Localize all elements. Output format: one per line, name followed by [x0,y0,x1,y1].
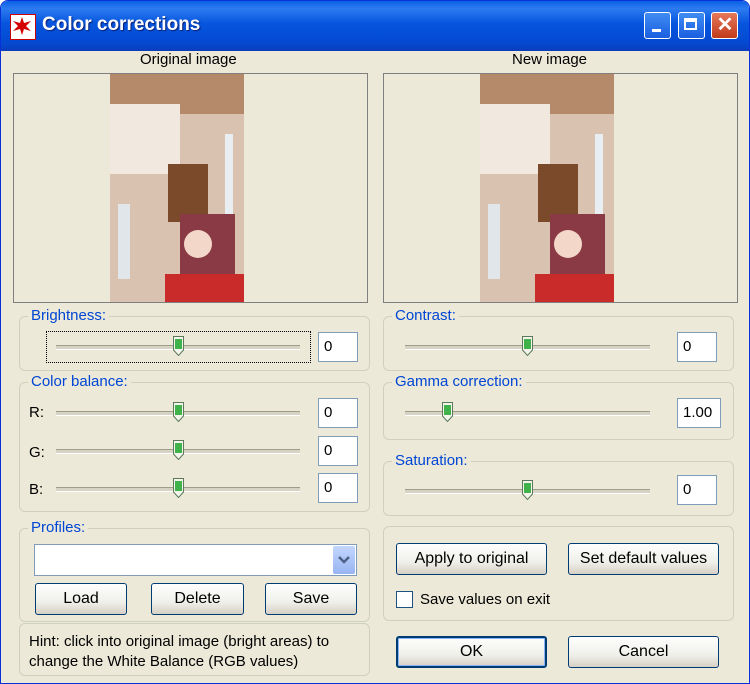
color-corrections-dialog: Color corrections ✕ Original image New i… [0,0,750,684]
profiles-label: Profiles: [28,519,89,536]
delete-button[interactable]: Delete [151,583,244,615]
contrast-label: Contrast: [392,307,459,324]
brightness-slider[interactable] [56,336,300,356]
b-value-field[interactable]: 0 [318,473,358,503]
title-bar[interactable]: Color corrections ✕ [1,1,749,51]
slider-thumb[interactable] [173,336,184,356]
slider-thumb[interactable] [442,402,453,422]
original-image-label: Original image [140,51,237,68]
slider-thumb[interactable] [173,478,184,498]
brightness-value-field[interactable]: 0 [318,332,358,362]
new-image [480,74,614,302]
saturation-slider[interactable] [405,480,650,500]
contrast-value-field[interactable]: 0 [677,332,717,362]
gamma-value-field[interactable]: 1.00 [677,398,721,428]
g-value-field[interactable]: 0 [318,436,358,466]
apply-to-original-button[interactable]: Apply to original [396,543,547,575]
chevron-down-icon[interactable] [333,546,355,574]
close-icon: ✕ [716,14,734,36]
contrast-slider[interactable] [405,336,650,356]
minimize-icon [652,29,661,32]
app-icon [10,14,36,40]
slider-thumb[interactable] [522,336,533,356]
slider-thumb[interactable] [173,440,184,460]
new-image-label: New image [512,51,588,68]
b-channel-label: B: [29,481,44,498]
slider-thumb[interactable] [522,480,533,500]
minimize-button[interactable] [644,12,671,39]
maximize-button[interactable] [678,12,705,39]
original-image-preview[interactable] [13,73,368,303]
g-channel-label: G: [29,444,45,461]
save-profile-button[interactable]: Save [265,583,357,615]
save-values-on-exit-label[interactable]: Save values on exit [420,591,550,608]
hint-line-2: change the White Balance (RGB values) [29,653,299,670]
original-image[interactable] [110,74,244,302]
saturation-value-field[interactable]: 0 [677,475,717,505]
r-value-field[interactable]: 0 [318,398,358,428]
load-button[interactable]: Load [35,583,127,615]
save-values-on-exit-checkbox[interactable] [396,591,413,608]
maximize-icon [684,18,697,30]
cancel-button[interactable]: Cancel [568,636,719,668]
color-balance-label: Color balance: [28,373,131,390]
new-image-preview [383,73,738,303]
gamma-label: Gamma correction: [392,373,526,390]
set-default-values-button[interactable]: Set default values [568,543,719,575]
r-slider[interactable] [56,402,300,422]
ok-button[interactable]: OK [396,636,547,668]
g-slider[interactable] [56,440,300,460]
brightness-label: Brightness: [28,307,110,324]
b-slider[interactable] [56,478,300,498]
slider-thumb[interactable] [173,402,184,422]
r-channel-label: R: [29,404,44,421]
profiles-dropdown[interactable] [34,544,357,576]
saturation-label: Saturation: [392,452,471,469]
hint-line-1: Hint: click into original image (bright … [29,633,330,650]
gamma-slider[interactable] [405,402,650,422]
close-button[interactable]: ✕ [711,12,738,39]
window-title: Color corrections [42,14,201,35]
